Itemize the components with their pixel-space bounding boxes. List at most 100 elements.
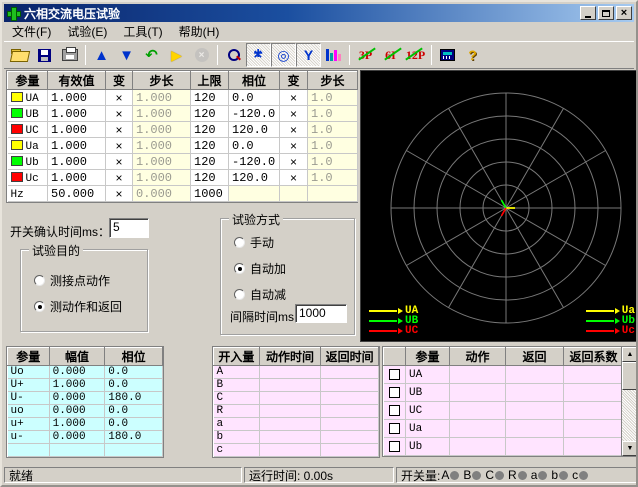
var2-cell[interactable]: × [280, 90, 308, 106]
act-name: UC [406, 402, 450, 420]
y-connection-icon: Y [304, 48, 313, 62]
increase-button[interactable]: ▲ [89, 43, 114, 67]
var1-cell[interactable]: × [106, 122, 133, 138]
limit-cell[interactable]: 120 [191, 154, 229, 170]
scroll-up-button[interactable]: ▲ [622, 347, 638, 362]
rms-cell[interactable]: 1.000 [48, 90, 106, 106]
param-name-cell: UC [8, 122, 48, 138]
act-col-return: 返回 [506, 348, 564, 366]
act-coef [564, 438, 624, 456]
six-current-button[interactable]: 6I [378, 43, 403, 67]
limit-cell[interactable]: 120 [191, 90, 229, 106]
var2-cell[interactable] [280, 186, 308, 202]
maximize-button[interactable] [598, 6, 614, 20]
vector-diagram-button[interactable] [246, 43, 271, 67]
rms-cell[interactable]: 1.000 [48, 170, 106, 186]
test-purpose-group: 试验目的 测接点动作 测动作和返回 [20, 249, 148, 332]
vertical-scrollbar[interactable]: ▲ ▼ [621, 347, 637, 456]
mode-radio-option[interactable]: 自动加 [234, 260, 286, 277]
menu-item[interactable]: 文件(F) [4, 22, 59, 41]
seq-phase: 0.0 [105, 366, 163, 379]
row-checkbox[interactable] [389, 423, 400, 434]
legend-arrowhead [615, 328, 620, 334]
status-ready: 就绪 [4, 467, 242, 483]
rms-cell[interactable]: 1.000 [48, 106, 106, 122]
var2-cell[interactable]: × [280, 154, 308, 170]
print-button[interactable] [57, 43, 82, 67]
in-act-time [259, 444, 321, 457]
legend-arrowhead [398, 318, 403, 324]
var2-cell[interactable]: × [280, 122, 308, 138]
toolbar: ▲ ▼ ↶ ▶ × ◎ Y 3P 6I 12P ? [4, 41, 634, 69]
phase-cell[interactable]: 0.0 [229, 138, 280, 154]
scroll-down-button[interactable]: ▼ [622, 441, 638, 456]
sequence-row: Uo 0.000 0.0 [8, 366, 163, 379]
save-button[interactable] [32, 43, 57, 67]
limit-cell[interactable]: 120 [191, 170, 229, 186]
limit-cell[interactable]: 120 [191, 138, 229, 154]
row-checkbox[interactable] [389, 369, 400, 380]
row-checkbox[interactable] [389, 441, 400, 452]
switch-confirm-input[interactable]: 5 [109, 218, 149, 238]
rms-cell[interactable]: 1.000 [48, 154, 106, 170]
var1-cell[interactable]: × [106, 170, 133, 186]
var1-cell[interactable]: × [106, 186, 133, 202]
phase-cell[interactable] [229, 186, 280, 202]
limit-cell[interactable]: 1000 [191, 186, 229, 202]
seq-amp: 0.000 [49, 431, 105, 444]
phase-color-swatch [11, 140, 23, 150]
rms-cell[interactable]: 50.000 [48, 186, 106, 202]
purpose-radio-option[interactable]: 测动作和返回 [34, 298, 122, 315]
var1-cell[interactable]: × [106, 90, 133, 106]
close-button[interactable]: × [616, 6, 632, 20]
phase-cell[interactable]: 120.0 [229, 122, 280, 138]
mode-radio-option[interactable]: 自动减 [234, 286, 286, 303]
twelve-phase-button[interactable]: 12P [403, 43, 428, 67]
three-phase-button[interactable]: 3P [353, 43, 378, 67]
var1-cell[interactable]: × [106, 106, 133, 122]
bar-chart-button[interactable] [321, 43, 346, 67]
calculator-button[interactable] [435, 43, 460, 67]
phase-cell[interactable]: -120.0 [229, 106, 280, 122]
decrease-button[interactable]: ▼ [114, 43, 139, 67]
scrollbar-thumb[interactable] [622, 362, 638, 390]
help-button[interactable]: ? [460, 43, 485, 67]
var1-cell[interactable]: × [106, 154, 133, 170]
zoom-button[interactable] [221, 43, 246, 67]
var1-cell[interactable]: × [106, 138, 133, 154]
step1-cell: 1.000 [133, 138, 191, 154]
limit-cell[interactable]: 120 [191, 106, 229, 122]
legend-arrow [369, 330, 397, 332]
row-checkbox[interactable] [389, 387, 400, 398]
run-button[interactable]: ▶ [164, 43, 189, 67]
open-button[interactable] [7, 43, 32, 67]
action-row: Ua [384, 420, 624, 438]
var2-cell[interactable]: × [280, 106, 308, 122]
in-name: b [214, 431, 260, 444]
rms-cell[interactable]: 1.000 [48, 122, 106, 138]
seq-name: Uo [8, 366, 50, 379]
reset-button[interactable]: ↶ [139, 43, 164, 67]
menu-item[interactable]: 工具(T) [115, 22, 170, 41]
y-connection-button[interactable]: Y [296, 43, 321, 67]
calculator-icon [440, 49, 455, 61]
purpose-radio-option[interactable]: 测接点动作 [34, 272, 110, 289]
minimize-button[interactable] [580, 6, 596, 20]
phase-cell[interactable]: 120.0 [229, 170, 280, 186]
in-ret-time [321, 366, 379, 379]
var2-cell[interactable]: × [280, 138, 308, 154]
in-ret-time [321, 379, 379, 392]
var2-cell[interactable]: × [280, 170, 308, 186]
menu-item[interactable]: 试验(E) [59, 22, 115, 41]
row-checkbox[interactable] [389, 405, 400, 416]
mode-radio-option[interactable]: 手动 [234, 234, 274, 251]
interval-input[interactable]: 1000 [295, 304, 347, 323]
menu-item[interactable]: 帮助(H) [171, 22, 228, 41]
phase-cell[interactable]: -120.0 [229, 154, 280, 170]
impedance-circle-button[interactable]: ◎ [271, 43, 296, 67]
limit-cell[interactable]: 120 [191, 122, 229, 138]
rms-cell[interactable]: 1.000 [48, 138, 106, 154]
switch-letter: B [463, 468, 471, 482]
phase-cell[interactable]: 0.0 [229, 90, 280, 106]
switch-indicator: A [441, 468, 463, 482]
